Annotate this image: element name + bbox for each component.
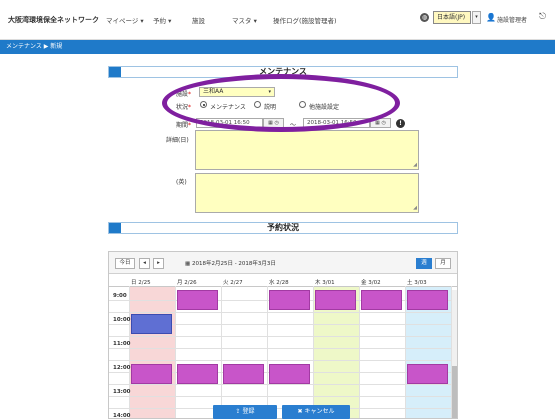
reservation-event[interactable]: [361, 290, 402, 310]
reservation-section-header: 予約状況: [108, 222, 458, 234]
reservation-event[interactable]: [131, 314, 172, 334]
detail-en-label: (英): [176, 179, 187, 186]
reservation-event[interactable]: [407, 290, 448, 310]
scrollbar-thumb[interactable]: [452, 366, 457, 418]
user-menu[interactable]: 施設管理者: [497, 15, 527, 24]
logout-icon[interactable]: ⎋: [539, 12, 546, 22]
sunday-column: [129, 286, 175, 418]
menu-reservation[interactable]: 予約 ▾: [153, 15, 171, 25]
reservation-event[interactable]: [269, 290, 310, 310]
prev-week-button[interactable]: ◂: [139, 258, 150, 269]
next-week-button[interactable]: ▸: [153, 258, 164, 269]
reservation-event[interactable]: [223, 364, 264, 384]
calendar-icon: ▦: [185, 261, 192, 267]
language-select[interactable]: 日本語(JP): [433, 11, 471, 24]
grid-line: [405, 286, 406, 418]
menu-operation-log[interactable]: 操作ログ(施設管理者): [273, 15, 337, 25]
grid-line: [313, 286, 314, 418]
time-label: 10:00: [113, 317, 131, 323]
today-button[interactable]: 今日: [115, 258, 135, 269]
breadcrumb: メンテナンス ▶ 新規: [0, 40, 555, 54]
resize-handle-icon[interactable]: ◢: [413, 205, 417, 211]
reservation-title: 予約状況: [267, 223, 299, 232]
top-navbar: 大阪湾環境保全ネットワーク マイページ ▾ 予約 ▾ 施設 マスタ ▾ 操作ログ…: [0, 0, 555, 40]
chevron-down-icon[interactable]: ▾: [472, 11, 481, 24]
time-label: 14:00: [113, 413, 131, 419]
grid-line: [359, 286, 360, 418]
day-header-sun: 日 2/25: [131, 280, 151, 286]
calendar-scrollbar[interactable]: [452, 290, 457, 418]
reservation-event[interactable]: [177, 290, 218, 310]
grid-line: [129, 286, 130, 418]
calendar-toolbar: 今日 ◂ ▸ ▦ 2018年2月25日 - 2018年3月3日 週 月: [109, 252, 457, 274]
day-header-sat: 土 3/03: [407, 280, 427, 286]
info-icon[interactable]: !: [396, 119, 405, 128]
reservation-event[interactable]: [315, 290, 356, 310]
reservation-calendar: 今日 ◂ ▸ ▦ 2018年2月25日 - 2018年3月3日 週 月 日 2/…: [108, 251, 458, 419]
calendar-range: ▦ 2018年2月25日 - 2018年3月3日: [185, 261, 276, 267]
day-header-tue: 火 2/27: [223, 280, 243, 286]
menu-master[interactable]: マスタ ▾: [232, 15, 257, 25]
grid-line: [267, 286, 268, 418]
week-view-button[interactable]: 週: [416, 258, 432, 269]
grid-line: [221, 286, 222, 418]
detail-jp-textarea[interactable]: ◢: [195, 130, 419, 170]
reservation-event[interactable]: [407, 364, 448, 384]
month-view-button[interactable]: 月: [435, 258, 451, 269]
day-header-fri: 金 3/02: [361, 280, 381, 286]
day-header-mon: 月 2/26: [177, 280, 197, 286]
annotation-highlight: [162, 74, 400, 132]
time-label: 12:00: [113, 365, 131, 371]
cancel-button[interactable]: ✖ キャンセル: [282, 405, 350, 419]
reservation-event[interactable]: [131, 364, 172, 384]
globe-icon: ◍: [420, 13, 429, 22]
menu-mypage[interactable]: マイページ ▾: [106, 15, 144, 25]
menu-facility[interactable]: 施設: [192, 15, 205, 25]
time-label: 11:00: [113, 341, 131, 347]
grid-line: [175, 286, 176, 418]
brand-title[interactable]: 大阪湾環境保全ネットワーク: [8, 15, 99, 25]
detail-jp-label: 詳細(日): [166, 137, 189, 144]
resize-handle-icon[interactable]: ◢: [413, 162, 417, 168]
time-label: 9:00: [113, 293, 127, 299]
reservation-event[interactable]: [269, 364, 310, 384]
register-button[interactable]: ⇪ 登録: [213, 405, 277, 419]
reservation-event[interactable]: [177, 364, 218, 384]
day-header-wed: 水 2/28: [269, 280, 289, 286]
detail-en-textarea[interactable]: ◢: [195, 173, 419, 213]
time-label: 13:00: [113, 389, 131, 395]
day-header-thu: 木 3/01: [315, 280, 335, 286]
user-icon: 👤: [486, 13, 496, 22]
